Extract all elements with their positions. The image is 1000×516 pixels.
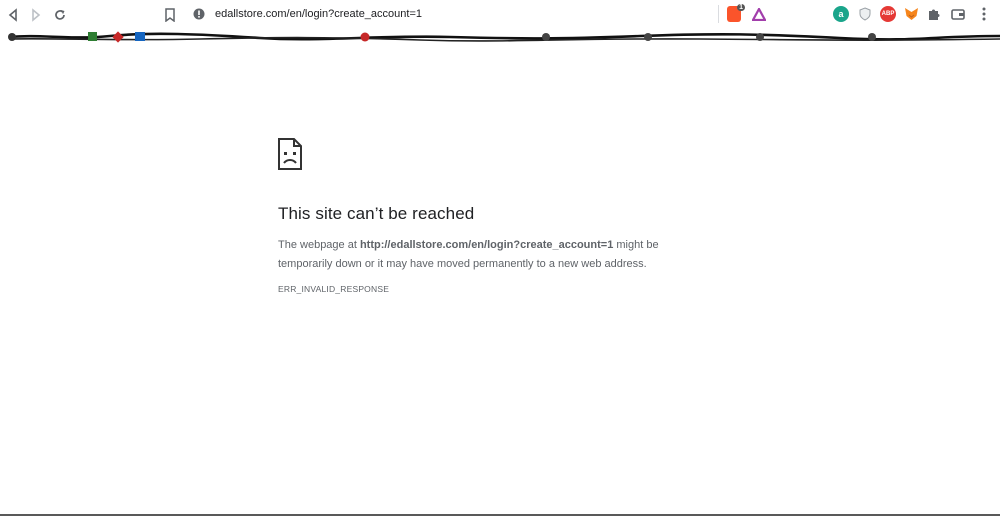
abp-label: ABP [881, 11, 895, 17]
error-page: This site can’t be reached The webpage a… [278, 138, 678, 294]
reload-button[interactable] [51, 6, 69, 24]
bookmark-button[interactable] [161, 6, 179, 24]
back-button[interactable] [4, 6, 22, 24]
error-description: The webpage at http://edallstore.com/en/… [278, 236, 678, 274]
error-url: http://edallstore.com/en/login?create_ac… [359, 239, 614, 251]
error-code: ERR_INVALID_RESPONSE [278, 284, 390, 294]
amazon-assistant-icon[interactable]: a [833, 6, 849, 22]
metamask-icon[interactable] [903, 6, 919, 22]
privacy-badger-icon[interactable] [857, 6, 873, 22]
brave-rewards-icon[interactable] [751, 6, 767, 22]
browser-toolbar: edallstore.com/en/login?create_account=1… [0, 0, 1000, 30]
info-icon[interactable] [193, 8, 205, 20]
extensions-puzzle-icon[interactable] [926, 6, 942, 22]
shield-badge: 1 [737, 4, 745, 11]
divider [718, 5, 719, 23]
bookmarks-bar [0, 30, 1000, 44]
wallet-icon[interactable] [950, 6, 966, 22]
bookmark-icon [165, 8, 175, 22]
back-icon [8, 8, 17, 22]
address-bar[interactable]: edallstore.com/en/login?create_account=1 [185, 3, 715, 25]
reload-icon [55, 10, 65, 20]
adblock-plus-icon[interactable]: ABP [880, 6, 896, 22]
forward-button[interactable] [27, 6, 45, 24]
menu-icon[interactable] [976, 6, 992, 22]
forward-icon [32, 8, 41, 22]
url-text: edallstore.com/en/login?create_account=1 [215, 8, 422, 20]
redacted-bookmarks [8, 31, 1000, 43]
desc-prefix: The webpage at [278, 239, 360, 251]
error-title: This site can’t be reached [278, 204, 475, 223]
amazon-label: a [838, 9, 844, 19]
brave-shield-icon[interactable]: 1 [727, 4, 745, 22]
sad-page-icon [278, 138, 302, 170]
